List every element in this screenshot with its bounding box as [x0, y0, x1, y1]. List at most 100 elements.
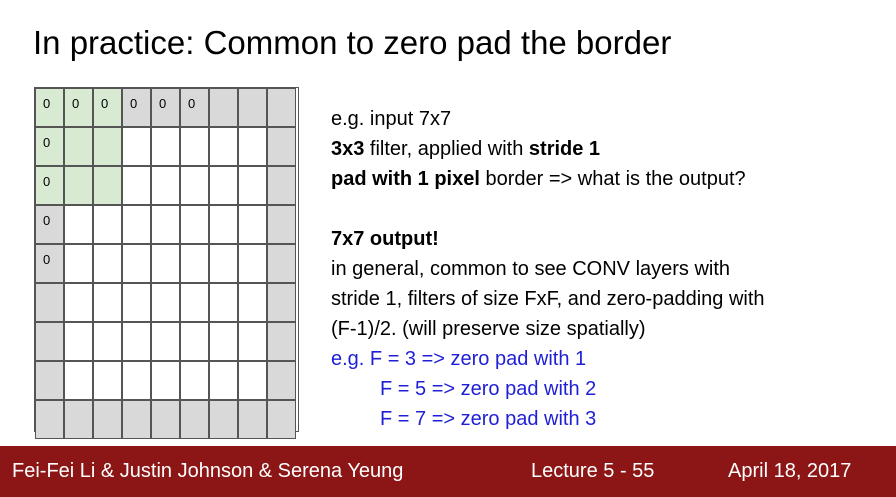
input-cell	[180, 361, 209, 400]
pad-cell	[267, 166, 296, 205]
input-cell	[209, 166, 238, 205]
body-line-3-text: border => what is the output?	[479, 168, 746, 190]
filter-size-bold: 3x3	[331, 138, 365, 160]
input-cell	[209, 205, 238, 244]
pad-cell	[180, 400, 209, 439]
body-line-7: (F-1)/2. (will preserve size spatially)	[331, 318, 646, 340]
input-cell	[64, 127, 93, 166]
input-cell	[180, 127, 209, 166]
input-cell	[93, 361, 122, 400]
input-cell	[151, 244, 180, 283]
output-answer-bold: 7x7 output!	[331, 228, 439, 250]
footer-lecture: Lecture 5 - 55	[531, 460, 655, 482]
input-cell	[238, 127, 267, 166]
input-cell	[180, 205, 209, 244]
pad-cell: 0	[35, 166, 64, 205]
input-cell	[93, 283, 122, 322]
input-cell	[209, 283, 238, 322]
pad-cell	[238, 88, 267, 127]
stride-bold: stride 1	[528, 138, 601, 160]
pad-bold: pad with 1 pixel	[331, 168, 480, 190]
input-cell	[238, 166, 267, 205]
pad-cell	[122, 400, 151, 439]
pad-cell: 0	[64, 88, 93, 127]
input-cell	[151, 205, 180, 244]
footer-bar: Fei-Fei Li & Justin Johnson & Serena Yeu…	[0, 446, 896, 497]
input-cell	[180, 166, 209, 205]
input-cell	[209, 322, 238, 361]
body-line-2-text: filter, applied with	[364, 138, 529, 160]
input-cell	[122, 244, 151, 283]
input-cell	[64, 361, 93, 400]
pad-cell	[209, 88, 238, 127]
pad-cell	[267, 88, 296, 127]
pad-cell	[267, 361, 296, 400]
example-line-2: F = 5 => zero pad with 2	[380, 378, 597, 400]
pad-cell	[209, 400, 238, 439]
input-cell	[238, 361, 267, 400]
pad-cell	[35, 322, 64, 361]
pad-cell: 0	[35, 127, 64, 166]
pad-cell	[267, 244, 296, 283]
input-cell	[180, 322, 209, 361]
body-line-4: 7x7 output!	[331, 224, 765, 254]
input-cell	[122, 322, 151, 361]
body-line-1: e.g. input 7x7	[331, 108, 452, 130]
body-line-2: 3x3 filter, applied with stride 1	[331, 134, 765, 164]
pad-cell	[35, 283, 64, 322]
pad-cell: 0	[35, 244, 64, 283]
input-cell	[93, 166, 122, 205]
input-cell	[151, 166, 180, 205]
input-cell	[151, 127, 180, 166]
pad-cell	[64, 400, 93, 439]
pad-cell	[267, 283, 296, 322]
pad-cell: 0	[151, 88, 180, 127]
input-cell	[209, 127, 238, 166]
input-cell	[93, 322, 122, 361]
input-cell	[64, 205, 93, 244]
footer-authors: Fei-Fei Li & Justin Johnson & Serena Yeu…	[12, 460, 404, 482]
slide-body: e.g. input 7x7 3x3 filter, applied with …	[331, 104, 765, 434]
pad-cell	[267, 205, 296, 244]
input-cell	[151, 283, 180, 322]
input-cell	[209, 244, 238, 283]
input-cell	[238, 283, 267, 322]
input-cell	[64, 244, 93, 283]
pad-cell	[267, 127, 296, 166]
input-cell	[180, 244, 209, 283]
footer-date: April 18, 2017	[728, 460, 852, 482]
input-cell	[93, 205, 122, 244]
pad-cell	[151, 400, 180, 439]
padded-input-grid: 0000000000	[34, 87, 299, 439]
body-line-5: in general, common to see CONV layers wi…	[331, 258, 731, 280]
input-cell	[209, 361, 238, 400]
pad-cell	[238, 400, 267, 439]
input-cell	[180, 283, 209, 322]
input-cell	[64, 166, 93, 205]
input-cell	[238, 244, 267, 283]
pad-cell	[267, 322, 296, 361]
pad-cell	[267, 400, 296, 439]
pad-cell	[93, 400, 122, 439]
input-cell	[238, 205, 267, 244]
pad-cell	[35, 361, 64, 400]
pad-cell: 0	[122, 88, 151, 127]
input-cell	[64, 322, 93, 361]
input-cell	[122, 127, 151, 166]
example-line-3: F = 7 => zero pad with 3	[380, 408, 597, 430]
input-cell	[151, 361, 180, 400]
pad-cell: 0	[35, 205, 64, 244]
input-cell	[151, 322, 180, 361]
input-cell	[122, 361, 151, 400]
pad-cell: 0	[180, 88, 209, 127]
input-cell	[238, 322, 267, 361]
input-cell	[64, 283, 93, 322]
pad-cell	[35, 400, 64, 439]
input-cell	[93, 127, 122, 166]
input-cell	[122, 283, 151, 322]
example-line-1: e.g. F = 3 => zero pad with 1	[331, 348, 587, 370]
slide-title: In practice: Common to zero pad the bord…	[33, 24, 672, 61]
pad-cell: 0	[35, 88, 64, 127]
body-line-3: pad with 1 pixel border => what is the o…	[331, 164, 765, 194]
input-cell	[93, 244, 122, 283]
